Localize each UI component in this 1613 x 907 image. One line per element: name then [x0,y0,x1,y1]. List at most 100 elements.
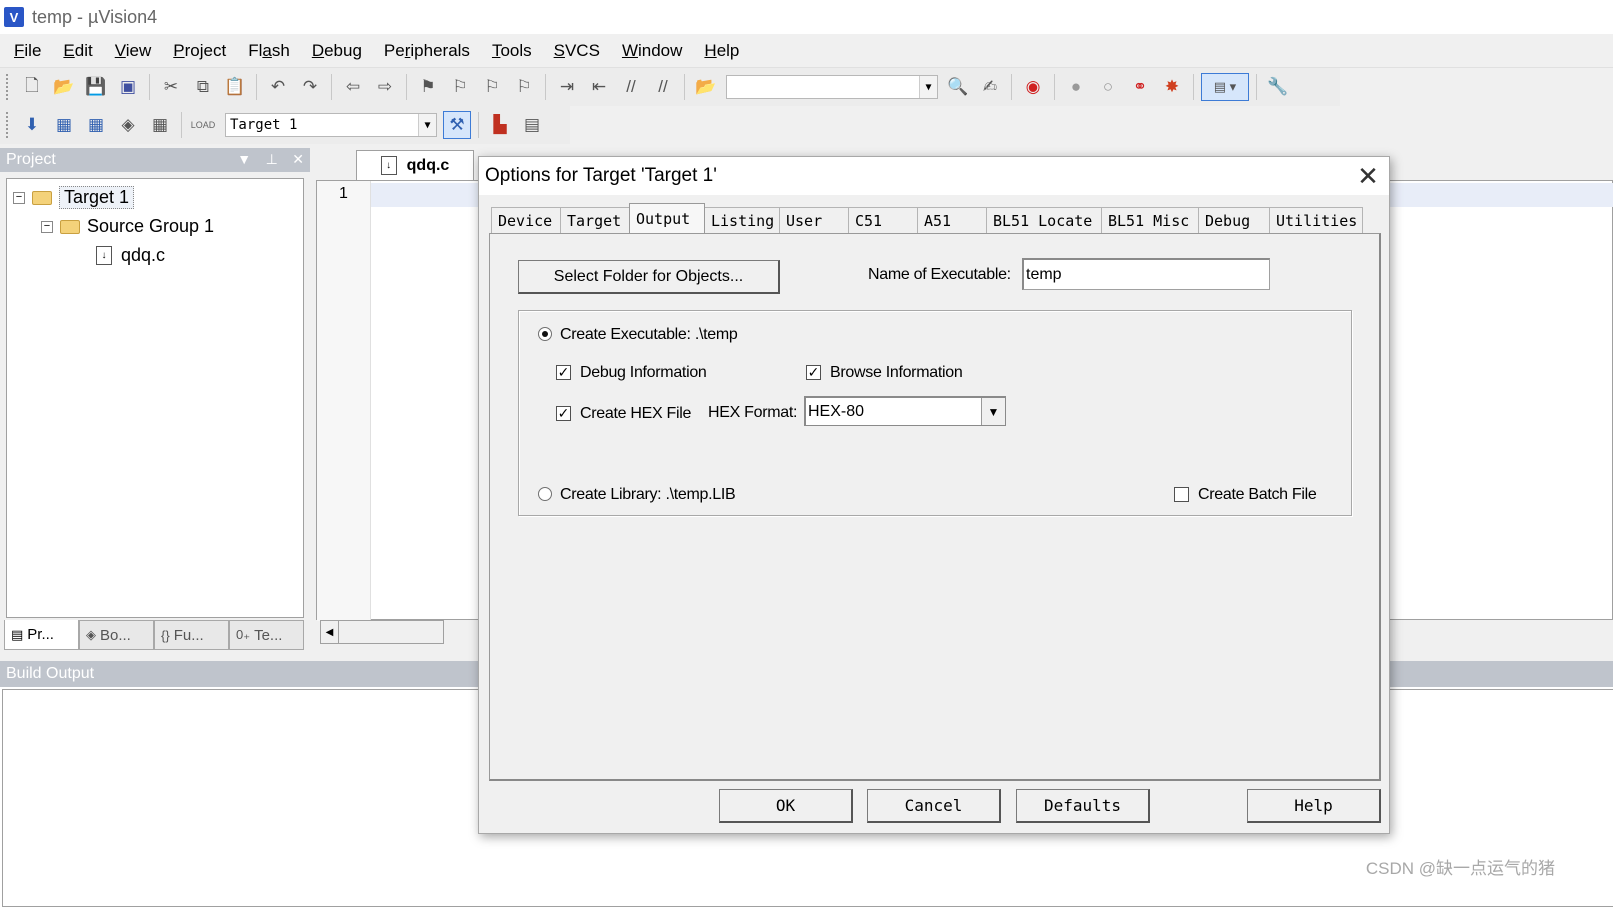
redo-icon[interactable]: ↷ [296,73,324,101]
tab-bl51-misc[interactable]: BL51 Misc [1101,207,1199,233]
undo-icon[interactable]: ↶ [264,73,292,101]
uncomment-icon[interactable]: // [649,73,677,101]
translate-icon[interactable]: ⬇ [18,111,46,139]
name-of-executable-input[interactable]: temp [1022,258,1270,290]
find-in-files-icon[interactable]: 📂 [692,73,720,101]
prev-bookmark-icon[interactable]: ⚐ [446,73,474,101]
collapse-icon[interactable]: − [41,220,53,233]
collapse-icon[interactable]: − [13,191,25,204]
menu-flash[interactable]: Flash [240,41,298,61]
editor-tab-qdq[interactable]: ↓ qdq.c [356,150,474,180]
navigate-back-icon[interactable]: ⇦ [339,73,367,101]
manage-books-icon[interactable]: ▤ [518,111,546,139]
close-icon[interactable]: ✕ [1353,163,1383,189]
incremental-find-icon[interactable]: ✍ [976,73,1004,101]
batch-build-icon[interactable]: ◈ [114,111,142,139]
hex-format-select[interactable]: HEX-80 ▼ [804,396,1006,426]
panel-menu-icon[interactable]: ▼ [237,151,251,167]
project-tab-label: Pr... [27,626,54,643]
tab-output[interactable]: Output [629,203,705,233]
chevron-down-icon[interactable]: ▼ [919,76,937,98]
defaults-button[interactable]: Defaults [1016,789,1150,823]
save-icon[interactable]: 💾 [82,73,110,101]
cancel-button[interactable]: Cancel [867,789,1001,823]
download-icon[interactable]: LOAD [189,111,217,139]
templates-icon: 0₊ [236,627,251,642]
toolbar-grip[interactable] [6,74,10,100]
bookmark-icon[interactable]: ⚑ [414,73,442,101]
project-tab-0[interactable]: ▤ Pr... [4,620,79,650]
hex-format-value: HEX-80 [808,402,865,420]
rebuild-icon[interactable]: ▦ [82,111,110,139]
menu-file[interactable]: File [6,41,49,61]
create-library-radio[interactable] [538,487,552,501]
new-file-icon[interactable]: 🗋 [18,73,46,101]
menu-peripherals[interactable]: Peripherals [376,41,478,61]
unindent-icon[interactable]: ⇤ [585,73,613,101]
tab-target[interactable]: Target [560,207,630,233]
tree-item-file[interactable]: ↓ qdq.c [7,241,303,270]
horizontal-scrollbar[interactable]: ◀ [320,620,444,644]
stop-build-icon[interactable]: ▦ [146,111,174,139]
debug-session-icon[interactable]: ◉ [1019,73,1047,101]
kill-breakpoints-icon[interactable]: ✸ [1158,73,1186,101]
insert-breakpoint-icon[interactable]: ● [1062,73,1090,101]
comment-icon[interactable]: // [617,73,645,101]
menu-help[interactable]: Help [696,41,747,61]
target-options-icon[interactable]: ⚒ [443,111,471,139]
disable-breakpoints-icon[interactable]: ⚭ [1126,73,1154,101]
navigate-forward-icon[interactable]: ⇨ [371,73,399,101]
menu-svcs[interactable]: SVCS [546,41,608,61]
manage-components-icon[interactable]: ▙ [486,111,514,139]
chevron-down-icon[interactable]: ▼ [418,114,436,136]
tab-utilities[interactable]: Utilities [1269,207,1363,233]
menu-project[interactable]: Project [165,41,234,61]
toolbar-grip[interactable] [6,112,10,138]
create-executable-radio[interactable] [538,327,552,341]
paste-icon[interactable]: 📋 [221,73,249,101]
project-tab-3[interactable]: 0₊ Te... [229,620,304,650]
menu-view[interactable]: View [107,41,160,61]
create-hex-file-checkbox[interactable]: ✓ [556,406,571,421]
create-library-label: Create Library: .\temp.LIB [560,486,736,503]
menu-debug[interactable]: Debug [304,41,370,61]
project-tab-1[interactable]: ◈ Bo... [79,620,154,650]
help-button[interactable]: Help [1247,789,1381,823]
tree-item-group[interactable]: − Source Group 1 [7,212,303,241]
create-batch-file-checkbox[interactable] [1174,487,1189,502]
cut-icon[interactable]: ✂ [157,73,185,101]
tab-listing[interactable]: Listing [704,207,780,233]
menu-tools[interactable]: Tools [484,41,540,61]
tab-bl51-locate[interactable]: BL51 Locate [986,207,1102,233]
copy-icon[interactable]: ⧉ [189,73,217,101]
configure-icon[interactable]: 🔧 [1264,73,1292,101]
find-combo[interactable]: ▼ [726,75,938,99]
indent-icon[interactable]: ⇥ [553,73,581,101]
menu-edit[interactable]: Edit [55,41,100,61]
tree-item-target[interactable]: − Target 1 [7,183,303,212]
tab-device[interactable]: Device [491,207,561,233]
pin-icon[interactable]: ⊥ [266,151,278,167]
chevron-down-icon[interactable]: ▼ [981,398,1005,425]
window-layout-icon[interactable]: ▤ ▾ [1201,73,1249,101]
enable-breakpoint-icon[interactable]: ○ [1094,73,1122,101]
close-icon[interactable]: ✕ [292,151,304,167]
find-icon[interactable]: 🔍 [944,73,972,101]
menu-window[interactable]: Window [614,41,690,61]
tab-debug[interactable]: Debug [1198,207,1270,233]
save-all-icon[interactable]: ▣ [114,73,142,101]
clear-bookmarks-icon[interactable]: ⚐ [510,73,538,101]
browse-information-checkbox[interactable]: ✓ [806,365,821,380]
tab-c51[interactable]: C51 [848,207,918,233]
build-icon[interactable]: ▦ [50,111,78,139]
ok-button[interactable]: OK [719,789,853,823]
tab-user[interactable]: User [779,207,849,233]
debug-information-checkbox[interactable]: ✓ [556,365,571,380]
target-select[interactable]: Target 1 ▼ [225,113,437,137]
open-file-icon[interactable]: 📂 [50,73,78,101]
next-bookmark-icon[interactable]: ⚐ [478,73,506,101]
select-folder-button[interactable]: Select Folder for Objects... [518,260,780,294]
tab-a51[interactable]: A51 [917,207,987,233]
scroll-left-icon[interactable]: ◀ [321,621,339,643]
project-tab-2[interactable]: {} Fu... [154,620,229,650]
